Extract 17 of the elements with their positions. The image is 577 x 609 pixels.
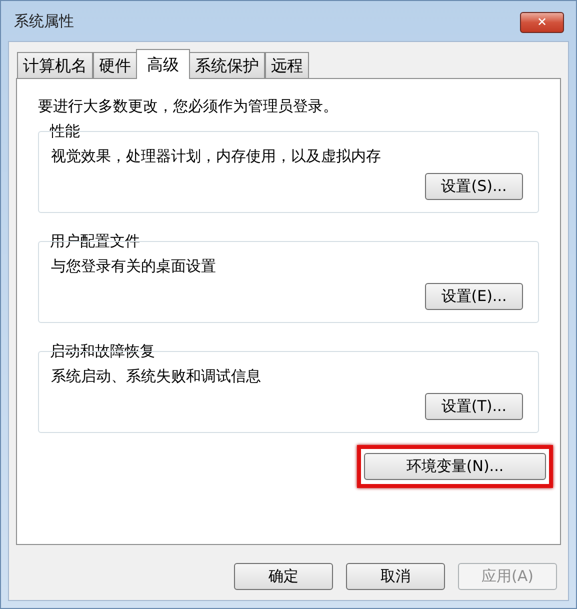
settings-button[interactable]: 设置(S)... <box>425 173 523 200</box>
group-description: 与您登录有关的桌面设置 <box>51 256 217 277</box>
tab[interactable]: 计算机名 <box>17 52 93 78</box>
group-description: 系统启动、系统失败和调试信息 <box>51 366 262 387</box>
tab[interactable]: 远程 <box>265 52 309 78</box>
window-title: 系统属性 <box>14 10 74 32</box>
close-button[interactable]: ✕ <box>520 12 564 32</box>
admin-notice: 要进行大多数更改，您必须作为管理员登录。 <box>38 96 339 117</box>
dialog-button[interactable]: 确定 <box>234 563 333 590</box>
dialog-button[interactable]: 取消 <box>346 563 445 590</box>
tab[interactable]: 系统保护 <box>189 52 265 78</box>
group-description: 视觉效果，处理器计划，内存使用，以及虚拟内存 <box>51 146 382 167</box>
settings-button[interactable]: 设置(T)... <box>425 393 523 420</box>
environment-variables-button[interactable]: 环境变量(N)... <box>364 453 546 480</box>
tab[interactable]: 高级 <box>136 49 190 79</box>
settings-button[interactable]: 设置(E)... <box>425 283 523 310</box>
tab[interactable]: 硬件 <box>93 52 137 78</box>
